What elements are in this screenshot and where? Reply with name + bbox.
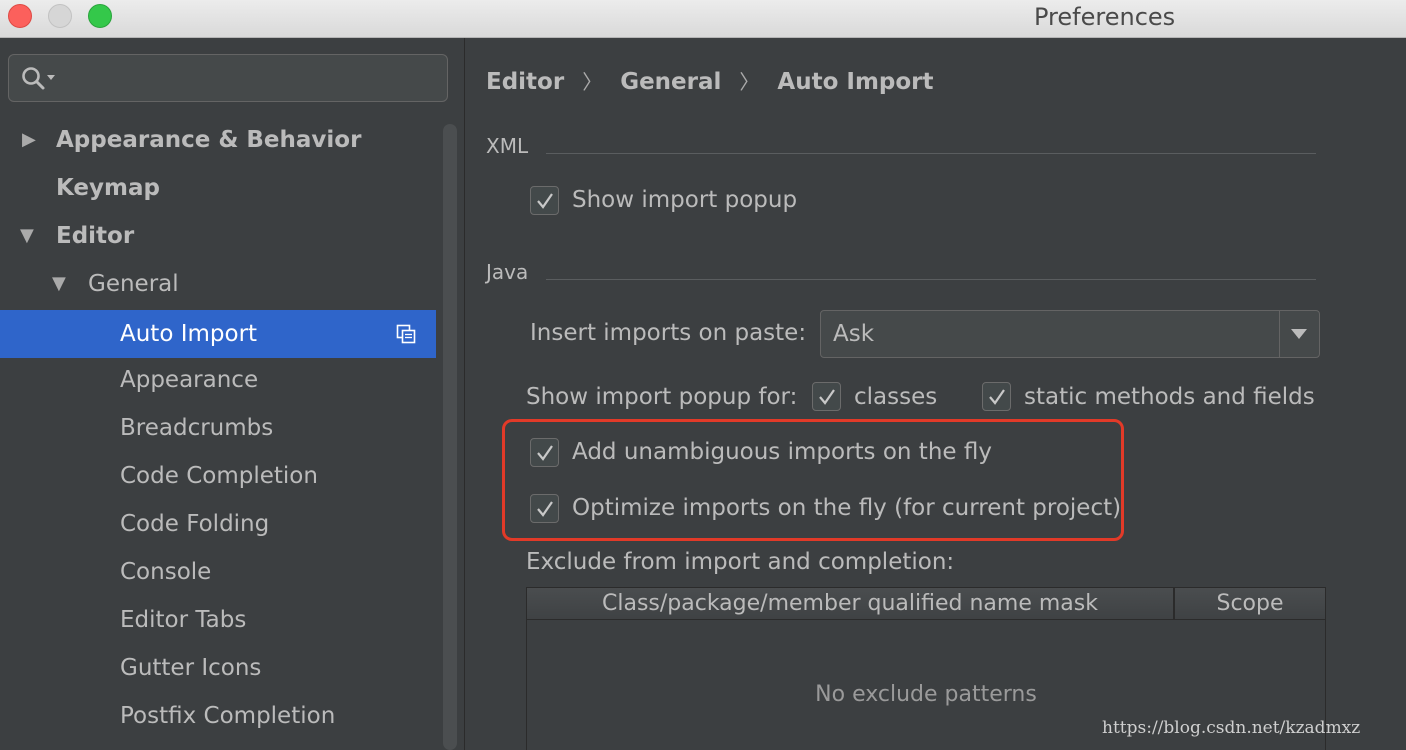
- table-header: Class/package/member qualified name mask…: [527, 588, 1325, 620]
- sidebar-item-gutter-icons[interactable]: Gutter Icons: [0, 644, 436, 692]
- column-header-name-mask[interactable]: Class/package/member qualified name mask: [527, 588, 1173, 620]
- search-icon: [22, 67, 55, 90]
- sidebar-item-auto-import[interactable]: Auto Import: [0, 310, 436, 358]
- sidebar-item-label: Editor: [56, 223, 135, 249]
- static-methods-checkbox[interactable]: [982, 382, 1011, 411]
- breadcrumb-item-auto-import: Auto Import: [777, 69, 934, 95]
- project-settings-icon: [396, 324, 416, 344]
- add-unambiguous-imports-checkbox[interactable]: [530, 438, 559, 467]
- sidebar-item-label: Auto Import: [120, 321, 258, 347]
- sidebar-item-appearance-behavior[interactable]: ▶ Appearance & Behavior: [0, 116, 436, 164]
- sidebar-scrollbar[interactable]: [443, 124, 457, 750]
- sidebar-item-label: Breadcrumbs: [120, 415, 274, 441]
- add-unambiguous-imports-label[interactable]: Add unambiguous imports on the fly: [572, 439, 992, 465]
- title-bar: Preferences: [0, 0, 1406, 38]
- sidebar-item-general[interactable]: ▼ General: [0, 260, 436, 308]
- checkmark-icon: [537, 193, 553, 209]
- section-divider: [546, 279, 1316, 280]
- dropdown-divider: [1279, 311, 1280, 357]
- section-title-xml: XML: [486, 134, 529, 158]
- zoom-window-button[interactable]: [88, 4, 112, 28]
- exclude-label: Exclude from import and completion:: [526, 549, 955, 575]
- classes-checkbox[interactable]: [812, 382, 841, 411]
- classes-label[interactable]: classes: [854, 384, 937, 410]
- watermark: https://blog.csdn.net/kzadmxz: [1102, 718, 1361, 738]
- breadcrumb-item-general[interactable]: General: [620, 69, 721, 95]
- breadcrumb-separator-icon: 〉: [739, 70, 760, 94]
- optimize-imports-label[interactable]: Optimize imports on the fly (for current…: [572, 495, 1121, 521]
- show-import-popup-xml-checkbox[interactable]: [530, 186, 559, 215]
- chevron-down-icon: ▼: [52, 273, 66, 294]
- sidebar-item-keymap[interactable]: Keymap: [0, 164, 436, 212]
- insert-imports-dropdown[interactable]: Ask: [820, 310, 1320, 358]
- breadcrumb: Editor 〉 General 〉 Auto Import: [486, 66, 934, 95]
- sidebar-item-breadcrumbs[interactable]: Breadcrumbs: [0, 404, 436, 452]
- close-window-button[interactable]: [8, 4, 32, 28]
- settings-content: Editor 〉 General 〉 Auto Import XML Show impo…: [466, 38, 1406, 750]
- sidebar-item-label: Appearance & Behavior: [56, 127, 362, 153]
- static-methods-label[interactable]: static methods and fields: [1024, 384, 1315, 410]
- sidebar-item-postfix-completion[interactable]: Postfix Completion: [0, 692, 436, 740]
- checkmark-icon: [819, 389, 835, 405]
- sidebar-item-editor-tabs[interactable]: Editor Tabs: [0, 596, 436, 644]
- checkmark-icon: [537, 445, 553, 461]
- checkmark-icon: [537, 501, 553, 517]
- sidebar-item-label: Console: [120, 559, 212, 585]
- insert-imports-value: Ask: [833, 321, 875, 347]
- chevron-down-icon: ▼: [20, 225, 34, 246]
- sidebar-item-label: General: [88, 271, 179, 297]
- sidebar-item-code-completion[interactable]: Code Completion: [0, 452, 436, 500]
- column-header-scope[interactable]: Scope: [1175, 588, 1325, 620]
- sidebar-item-label: Appearance: [120, 367, 259, 393]
- optimize-imports-checkbox[interactable]: [530, 494, 559, 523]
- breadcrumb-separator-icon: 〉: [582, 70, 603, 94]
- sidebar-item-label: Code Folding: [120, 511, 270, 537]
- sidebar-item-label: Code Completion: [120, 463, 318, 489]
- minimize-window-button[interactable]: [48, 4, 72, 28]
- checkmark-icon: [989, 389, 1005, 405]
- sidebar-item-label: Gutter Icons: [120, 655, 262, 681]
- sidebar-item-label: Editor Tabs: [120, 607, 247, 633]
- sidebar-item-editor[interactable]: ▼ Editor: [0, 212, 436, 260]
- sidebar-item-label: Postfix Completion: [120, 703, 336, 729]
- insert-imports-label: Insert imports on paste:: [530, 320, 807, 346]
- window-title: Preferences: [1034, 3, 1176, 31]
- annotation-highlight-box: [502, 419, 1124, 541]
- show-popup-for-label: Show import popup for:: [526, 384, 798, 410]
- section-divider: [546, 153, 1316, 154]
- sidebar-item-appearance[interactable]: Appearance: [0, 356, 436, 404]
- show-import-popup-xml-label[interactable]: Show import popup: [572, 187, 797, 213]
- sidebar-item-label: Keymap: [56, 175, 160, 201]
- search-input[interactable]: [8, 54, 448, 102]
- chevron-down-icon: [1291, 329, 1307, 339]
- chevron-right-icon: ▶: [22, 129, 36, 150]
- settings-sidebar: ▶ Appearance & Behavior Keymap ▼ Editor …: [0, 38, 465, 750]
- sidebar-item-console[interactable]: Console: [0, 548, 436, 596]
- table-empty-message: No exclude patterns: [815, 682, 1037, 707]
- section-title-java: Java: [486, 260, 529, 284]
- breadcrumb-item-editor[interactable]: Editor: [486, 69, 564, 95]
- sidebar-item-code-folding[interactable]: Code Folding: [0, 500, 436, 548]
